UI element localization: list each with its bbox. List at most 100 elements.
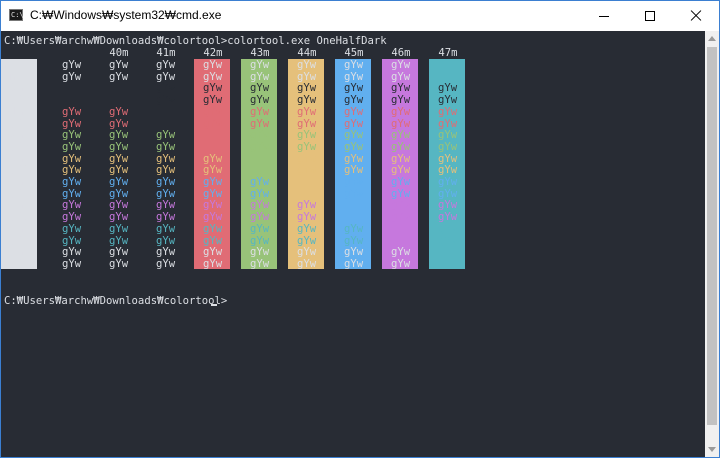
vertical-scrollbar[interactable] [705, 31, 719, 457]
sample-cell: gYw [250, 222, 270, 235]
column-header-46m: 46m [391, 47, 411, 59]
sample-cell: gYw [62, 140, 82, 153]
scroll-up-icon[interactable] [708, 36, 716, 41]
sample-cell: gYw [344, 105, 364, 118]
row-label-36m: 36m [4, 222, 24, 235]
sample-cell: gYw [438, 164, 458, 177]
sample-cell: gYw [109, 59, 129, 71]
scrollbar-thumb[interactable] [707, 47, 717, 425]
sample-cell: gYw [344, 59, 364, 71]
sample-cell: gYw [156, 199, 176, 212]
sample-cell: gYw [250, 117, 270, 130]
sample-cell: gYw [62, 234, 82, 247]
console-app-icon: C:\ [9, 9, 24, 21]
sample-cell: gYw [344, 222, 364, 235]
sample-cell: gYw [297, 152, 317, 165]
sample-cell: gYw [297, 94, 317, 107]
sample-cell: gYw [250, 199, 270, 212]
column-header-41m: 41m [156, 47, 176, 59]
close-button[interactable] [673, 1, 719, 31]
command-text: colortool.exe OneHalfDark [227, 35, 387, 47]
sample-cell: gYw [109, 117, 129, 130]
sample-cell: gYw [250, 187, 270, 200]
sample-cell: gYw [62, 257, 82, 270]
row-label-37m: 37m [4, 246, 24, 259]
sample-cell: gYw [438, 105, 458, 118]
column-header-45m: 45m [344, 47, 364, 59]
sample-cell: gYw [391, 199, 411, 212]
row-label-32m: 32m [4, 129, 24, 142]
sample-cell: gYw [391, 211, 411, 224]
sample-cell: gYw [62, 199, 82, 212]
row-label-35m: 35m [4, 199, 24, 212]
row-label-1-34m: 1;34m [4, 187, 36, 200]
sample-cell: gYw [391, 105, 411, 118]
sample-cell: gYw [156, 164, 176, 177]
sample-cell: gYw [109, 211, 129, 224]
sample-cell: gYw [109, 199, 129, 212]
sample-cell: gYw [344, 140, 364, 153]
sample-cell: gYw [344, 257, 364, 270]
sample-cell: gYw [438, 211, 458, 224]
sample-cell: gYw [203, 199, 223, 212]
sample-cell: gYw [109, 105, 129, 118]
column-header-44m: 44m [297, 47, 317, 59]
sample-cell: gYw [438, 176, 458, 188]
sample-cell: gYw [438, 199, 458, 212]
sample-cell: gYw [391, 246, 411, 259]
sample-cell: gYw [62, 222, 82, 235]
scroll-down-icon[interactable] [708, 447, 716, 452]
column-header-47m: 47m [438, 47, 458, 59]
sample-cell: gYw [156, 187, 176, 200]
console-output[interactable]: C:₩Users₩archw₩Downloads₩colortool>color… [1, 31, 705, 457]
final-prompt: C:₩Users₩archw₩Downloads₩colortool> [4, 295, 228, 307]
minimize-button[interactable] [581, 1, 627, 31]
sample-cell: gYw [156, 234, 176, 247]
sample-cell: gYw [438, 222, 458, 235]
sample-cell: gYw [250, 59, 270, 71]
sample-cell: gYw [344, 246, 364, 259]
row-label-1-32m: 1;32m [4, 140, 36, 153]
sample-cell: gYw [250, 129, 270, 142]
sample-cell: gYw [156, 257, 176, 270]
sample-cell: gYw [297, 117, 317, 130]
sample-cell: gYw [438, 82, 458, 95]
close-icon [690, 10, 702, 22]
sample-cell: gYw [344, 187, 364, 200]
row-label-1-31m: 1;31m [4, 117, 36, 130]
sample-cell: gYw [344, 152, 364, 165]
sample-cell: gYw [297, 199, 317, 212]
sample-cell: gYw [62, 70, 82, 83]
console-app-icon-label: C:\ [11, 11, 24, 19]
sample-cell: gYw [203, 105, 223, 118]
column-header-40m: 40m [109, 47, 129, 59]
sample-cell: gYw [156, 82, 176, 95]
sample-cell: gYw [109, 140, 129, 153]
row-label-1-30m: 1;30m [4, 94, 36, 107]
sample-cell: gYw [109, 246, 129, 259]
sample-cell: gYw [203, 82, 223, 95]
sample-cell: gYw [62, 211, 82, 224]
row-label-1-33m: 1;33m [4, 164, 36, 177]
sample-cell: gYw [391, 70, 411, 83]
sample-cell: gYw [203, 222, 223, 235]
sample-cell: gYw [109, 234, 129, 247]
sample-cell: gYw [438, 140, 458, 153]
sample-cell: gYw [344, 129, 364, 142]
sample-cell: gYw [297, 82, 317, 95]
column-header-42m: 42m [203, 47, 223, 59]
maximize-icon [645, 11, 655, 21]
command-prompt: C:₩Users₩archw₩Downloads₩colortool> [4, 35, 228, 47]
sample-cell: gYw [109, 222, 129, 235]
title-bar[interactable]: C:\ C:₩Windows₩system32₩cmd.exe [1, 1, 719, 31]
sample-cell: gYw [297, 129, 317, 142]
sample-cell: gYw [156, 59, 176, 71]
maximize-button[interactable] [627, 1, 673, 31]
sample-cell: gYw [344, 82, 364, 95]
sample-cell: gYw [438, 187, 458, 200]
sample-cell: gYw [156, 222, 176, 235]
sample-cell: gYw [391, 176, 411, 188]
sample-cell: gYw [250, 105, 270, 118]
sample-cell: gYw [438, 117, 458, 130]
sample-cell: gYw [250, 94, 270, 107]
